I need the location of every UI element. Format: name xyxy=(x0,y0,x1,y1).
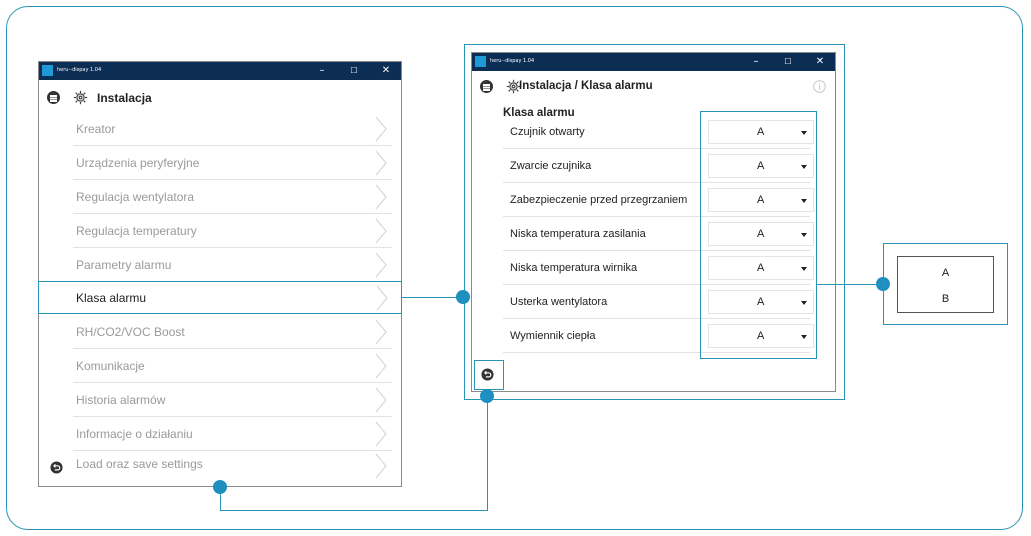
chevron-right-icon xyxy=(375,116,387,142)
menu-item-kreator[interactable]: Kreator xyxy=(39,112,400,146)
setting-label: Czujnik otwarty xyxy=(510,126,585,138)
menu-item-label: Regulacja wentylatora xyxy=(76,190,195,204)
connector-line xyxy=(402,297,464,298)
title-bar: heru--dispay 1.04 – ☐ ✕ xyxy=(39,62,401,80)
setting-label: Usterka wentylatora xyxy=(510,296,608,308)
menu-item-label: Historia alarmów xyxy=(76,393,166,407)
connector-dot xyxy=(213,480,227,494)
chevron-right-icon xyxy=(375,218,387,244)
dropdowns-highlight xyxy=(700,111,817,359)
menu-item-label: Komunikacje xyxy=(76,359,145,373)
gear-icon xyxy=(73,90,88,105)
menu-item-alarm-history[interactable]: Historia alarmów xyxy=(39,383,400,417)
setting-label: Zwarcie czujnika xyxy=(510,160,592,172)
menu-item-label: Load oraz save settings xyxy=(76,457,203,471)
close-button[interactable]: ✕ xyxy=(805,53,835,71)
page-header: Instalacja xyxy=(39,85,401,111)
minimize-button[interactable]: – xyxy=(741,53,771,71)
chevron-right-icon xyxy=(375,184,387,210)
dropdown-options: A B xyxy=(897,256,994,313)
title-bar: heru--dispay 1.04 – ☐ ✕ xyxy=(472,53,835,71)
chevron-right-icon xyxy=(375,421,387,447)
connector-line xyxy=(487,400,488,511)
page-header: Instalacja / Klasa alarmu xyxy=(472,74,835,100)
back-icon[interactable] xyxy=(50,461,63,474)
chevron-right-icon xyxy=(375,150,387,176)
menu-item-boost[interactable]: RH/CO2/VOC Boost xyxy=(39,315,400,349)
connector-dot xyxy=(480,389,494,403)
info-icon[interactable] xyxy=(813,80,826,93)
connector-line xyxy=(817,284,883,285)
option-b[interactable]: B xyxy=(898,293,993,305)
window-title: heru--dispay 1.04 xyxy=(57,67,102,73)
connector-line xyxy=(220,510,488,511)
app-icon xyxy=(475,56,486,67)
chevron-right-icon xyxy=(375,252,387,278)
menu-item-label: RH/CO2/VOC Boost xyxy=(76,325,185,339)
chevron-right-icon xyxy=(375,319,387,345)
menu-icon[interactable] xyxy=(47,91,60,104)
chevron-right-icon xyxy=(376,285,388,311)
window-title: heru--dispay 1.04 xyxy=(490,58,535,64)
maximize-button[interactable]: ☐ xyxy=(773,53,803,71)
setting-label: Niska temperatura wirnika xyxy=(510,262,638,274)
menu-item-fan-control[interactable]: Regulacja wentylatora xyxy=(39,180,400,214)
page-title: Instalacja / Klasa alarmu xyxy=(519,80,653,92)
option-a[interactable]: A xyxy=(898,267,993,279)
menu-item-alarm-class[interactable]: Klasa alarmu xyxy=(38,281,402,314)
menu-item-label: Informacje o działaniu xyxy=(76,427,193,441)
menu-item-alarm-parameters[interactable]: Parametry alarmu xyxy=(39,248,400,282)
connector-dot xyxy=(456,290,470,304)
app-icon xyxy=(42,65,53,76)
back-icon[interactable] xyxy=(481,368,494,381)
page-title: Instalacja xyxy=(97,91,152,105)
installation-window: heru--dispay 1.04 – ☐ ✕ Instalacja Kreat… xyxy=(38,61,402,487)
close-button[interactable]: ✕ xyxy=(371,62,401,80)
setting-label: Niska temperatura zasilania xyxy=(510,228,646,240)
maximize-button[interactable]: ☐ xyxy=(339,62,369,80)
menu-item-peripherals[interactable]: Urządzenia peryferyjne xyxy=(39,146,400,180)
menu-item-operation-info[interactable]: Informacje o działaniu xyxy=(39,417,400,451)
chevron-right-icon xyxy=(375,387,387,413)
menu-item-label: Parametry alarmu xyxy=(76,258,172,272)
menu-item-label: Kreator xyxy=(76,122,116,136)
menu-icon[interactable] xyxy=(480,80,493,93)
chevron-right-icon xyxy=(375,453,387,479)
setting-label: Zabezpieczenie przed przegrzaniem xyxy=(510,194,688,206)
setting-label: Wymiennik ciepła xyxy=(510,330,596,342)
menu-item-temperature-control[interactable]: Regulacja temperatury xyxy=(39,214,400,248)
chevron-right-icon xyxy=(375,353,387,379)
menu-item-load-save-settings[interactable]: Load oraz save settings xyxy=(39,449,400,483)
minimize-button[interactable]: – xyxy=(307,62,337,80)
menu-item-label: Regulacja temperatury xyxy=(76,224,197,238)
menu-item-label: Klasa alarmu xyxy=(76,291,147,305)
menu-item-communication[interactable]: Komunikacje xyxy=(39,349,400,383)
menu-item-label: Urządzenia peryferyjne xyxy=(76,156,200,170)
